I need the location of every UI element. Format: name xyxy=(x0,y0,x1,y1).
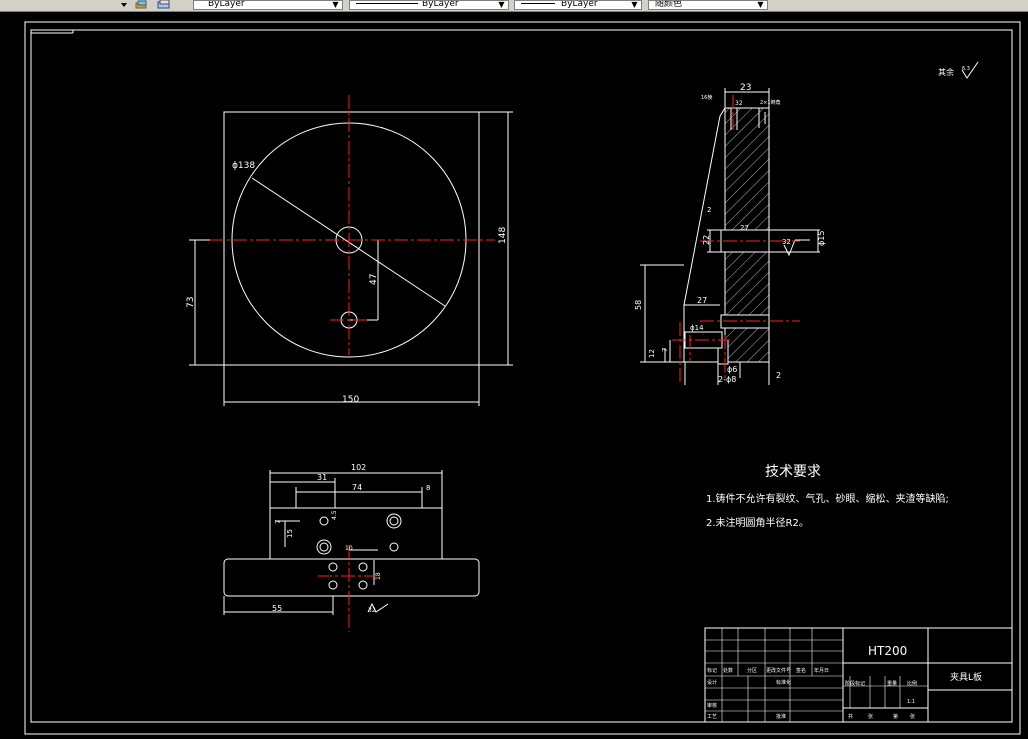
roughness-note: 其余 xyxy=(938,67,954,77)
dim-height: 148 xyxy=(498,227,508,244)
tech-req-line2: 2.未注明圆角半径R2。 xyxy=(706,516,809,529)
lineweight-control-combo[interactable]: ByLayer ▼ xyxy=(514,0,642,10)
tb-label-standard: 标准化 xyxy=(776,679,791,686)
centerlines xyxy=(210,95,800,632)
tb-label-sheet-no: 第 xyxy=(893,713,898,720)
chevron-down-icon[interactable]: ▼ xyxy=(755,1,766,9)
tb-label-count: 处数 xyxy=(723,667,733,674)
side-dim-27b: 27 xyxy=(697,296,707,305)
bottom-dim-15: 15 xyxy=(286,529,294,538)
bottom-dim-102: 102 xyxy=(351,463,366,472)
tb-label-approve: 批准 xyxy=(776,713,786,720)
color-combo-value: ByLayer xyxy=(208,0,245,9)
side-dim-chamfer: 2×1倒角 xyxy=(760,99,781,106)
material-label: HT200 xyxy=(868,644,907,658)
chevron-down-icon[interactable]: ▼ xyxy=(330,1,341,9)
tb-label-review: 审核 xyxy=(707,702,717,709)
bottom-dim-10: 10 xyxy=(345,545,353,552)
side-dim-22: 22 xyxy=(702,235,711,245)
tb-label-scale: 比例 xyxy=(907,680,917,687)
side-dim-2b: 2 xyxy=(776,371,781,380)
side-dim-d15: ϕ15 xyxy=(817,231,826,246)
side-dim-d6: ϕ6 xyxy=(727,365,737,374)
base-plate xyxy=(223,558,480,597)
side-dim-d14: ϕ14 xyxy=(690,324,704,332)
bottom-dim-31: 31 xyxy=(317,473,327,482)
side-dim-58: 58 xyxy=(634,300,643,310)
side-dim-32: 32 xyxy=(782,238,791,246)
chevron-down-icon[interactable]: ▼ xyxy=(629,1,640,9)
color-control-combo[interactable]: ByLayer ▼ xyxy=(193,0,343,10)
tb-label-sign: 签名 xyxy=(796,667,806,674)
front-plate xyxy=(223,111,480,366)
bottom-dim-74: 74 xyxy=(352,483,362,492)
tb-label-weight: 重量 xyxy=(887,680,897,687)
tech-req-title: 技术要求 xyxy=(765,464,821,480)
bottom-dim-55: 55 xyxy=(272,604,282,613)
side-dim-2d8: 2-ϕ8 xyxy=(718,375,736,384)
plotstyle-control-combo[interactable]: 随颜色 ▼ xyxy=(648,0,768,10)
tb-label-sheet: 张 xyxy=(910,713,915,720)
linetype-combo-value: ByLayer xyxy=(422,0,459,9)
dim-left: 73 xyxy=(186,297,196,308)
linetype-control-combo[interactable]: ByLayer ▼ xyxy=(349,0,509,10)
tb-label-sheets: 张 xyxy=(868,713,873,720)
bottom-dim-7: 7 xyxy=(274,520,282,524)
tb-label-design: 设计 xyxy=(707,679,717,686)
side-dim-2a: 2 xyxy=(707,206,711,214)
part-name: 夹具L板 xyxy=(950,671,982,683)
outer-frame xyxy=(24,21,1021,735)
layer-previous-icon[interactable] xyxy=(156,0,172,10)
bottom-dim-45: 4.5 xyxy=(331,510,338,520)
tb-label-zone: 分区 xyxy=(747,667,757,674)
tb-label-stage: 阶段标记 xyxy=(845,680,865,687)
plotstyle-combo-value: 随颜色 xyxy=(655,0,683,9)
dim-hole: 47 xyxy=(369,274,379,285)
cad-drawing: ϕ138 150 148 73 47 23 16棱 32 2×1倒角 2 27 … xyxy=(24,21,1021,735)
scale-value: 1:1 xyxy=(907,699,915,705)
tb-label-process: 工艺 xyxy=(707,714,717,720)
side-dim-23: 23 xyxy=(740,83,751,93)
tb-label-total: 共 xyxy=(848,713,853,720)
side-dim-12: 12 xyxy=(648,349,656,358)
tb-label-change-doc: 更改文件号 xyxy=(766,667,791,674)
side-dim-flat: 16棱 xyxy=(701,94,712,101)
tb-label-date: 年月日 xyxy=(814,667,829,674)
drawing-canvas[interactable]: ϕ138 150 148 73 47 23 16棱 32 2×1倒角 2 27 … xyxy=(0,12,1028,739)
tech-req-line1: 1.铸件不允许有裂纹、气孔、砂眼、缩松、夹渣等缺陷; xyxy=(706,492,949,505)
dropdown-arrow-icon[interactable] xyxy=(118,0,134,10)
inner-frame xyxy=(30,29,1013,723)
side-dim-7: 7 xyxy=(661,348,669,352)
tb-label-mark: 标记 xyxy=(707,667,717,674)
linetype-sample xyxy=(356,3,418,4)
side-dim-27a: 27 xyxy=(740,224,749,232)
properties-toolbar: ByLayer ▼ ByLayer ▼ ByLayer ▼ 随颜色 ▼ xyxy=(0,0,1028,12)
bottom-dim-18: 18 xyxy=(375,572,382,580)
layer-state-icon[interactable] xyxy=(134,0,150,10)
lineweight-combo-value: ByLayer xyxy=(561,0,598,9)
side-dim-32-top: 32 xyxy=(735,100,743,107)
bottom-dim-32: 32 xyxy=(368,607,376,614)
dim-diameter: ϕ138 xyxy=(232,161,255,171)
lineweight-sample xyxy=(521,3,555,4)
dim-width: 150 xyxy=(342,395,359,405)
bottom-dim-8: 8 xyxy=(426,484,430,492)
chevron-down-icon[interactable]: ▼ xyxy=(496,1,507,9)
